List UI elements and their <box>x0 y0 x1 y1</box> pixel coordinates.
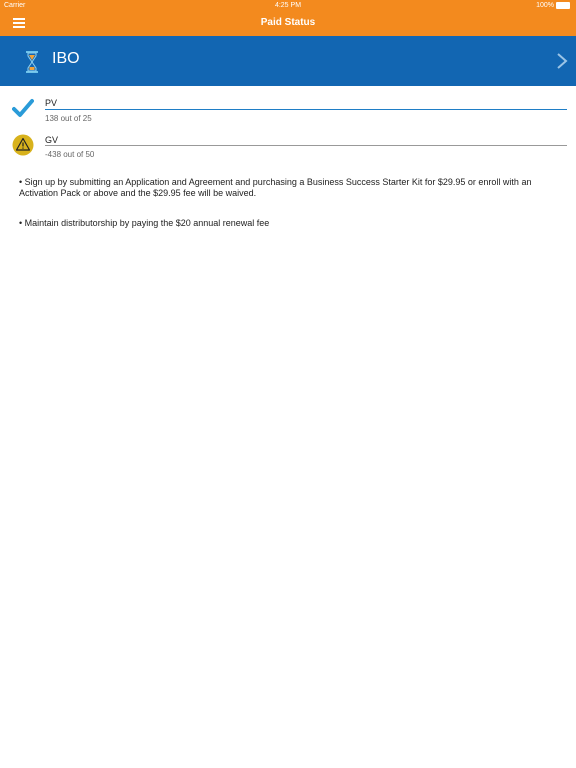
top-bar: Carrier 4:25 PM 100% Paid Status <box>0 0 576 36</box>
requirement-detail: -438 out of 50 <box>45 150 95 159</box>
progress-line <box>45 145 567 146</box>
note-enrollment: • Sign up by submitting an Application a… <box>19 177 532 198</box>
requirement-label: PV <box>45 98 58 108</box>
battery-indicator: 100% <box>536 2 570 9</box>
status-bar: Carrier 4:25 PM 100% <box>0 0 576 13</box>
chevron-right-icon[interactable] <box>555 52 569 70</box>
requirement-detail: 138 out of 25 <box>45 114 92 123</box>
page-title: Paid Status <box>260 17 316 28</box>
warning-icon <box>12 134 34 156</box>
requirement-row-gv: GV -438 out of 50 <box>0 133 576 163</box>
note-renewal: • Maintain distributorship by paying the… <box>19 218 270 228</box>
progress-line <box>45 109 567 110</box>
hourglass-icon <box>26 51 38 73</box>
status-time: 4:25 PM <box>274 2 302 9</box>
battery-icon <box>556 2 570 9</box>
ibo-banner[interactable]: IBO <box>0 36 576 86</box>
banner-title: IBO <box>52 50 80 67</box>
requirement-label: GV <box>45 135 59 145</box>
battery-percent: 100% <box>536 2 554 9</box>
requirement-row-pv: PV 138 out of 25 <box>0 96 576 126</box>
checkmark-icon <box>12 99 34 117</box>
